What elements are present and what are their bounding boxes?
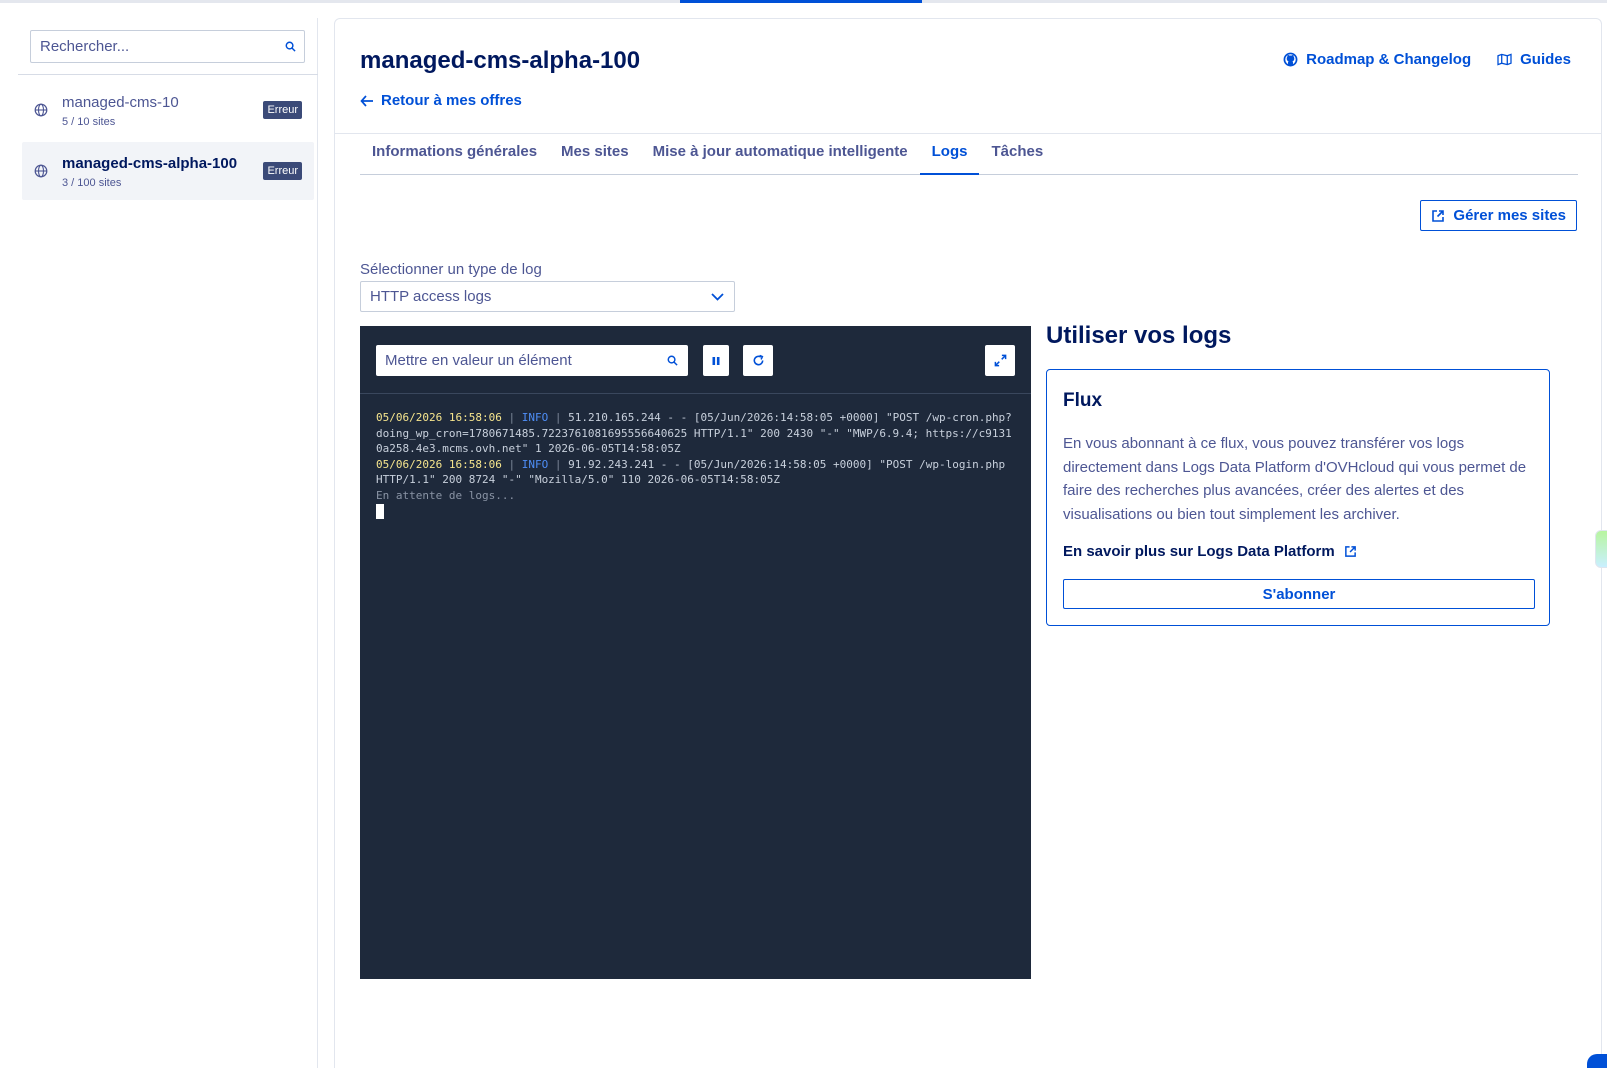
log-terminal: 05/06/2026 16:58:06 | INFO | 51.210.165.… [360,326,1031,979]
flux-card-title: Flux [1063,390,1103,411]
fullscreen-button[interactable] [985,345,1015,376]
usage-section-title: Utiliser vos logs [1046,322,1232,349]
roadmap-link-label: Roadmap & Changelog [1306,51,1472,68]
log-date: 05/06/2026 16:58:06 [376,411,502,424]
sidebar-item-managed-cms-10[interactable]: managed-cms-10 5 / 10 sites Erreur [22,81,314,139]
pause-button[interactable] [703,345,729,376]
chat-launcher[interactable] [1587,1054,1607,1068]
log-level: INFO [521,411,549,424]
tab-mise-a-jour-automatique[interactable]: Mise à jour automatique intelligente [641,137,920,175]
subscribe-button[interactable]: S'abonner [1063,579,1535,609]
sidebar-item-sites-count: 3 / 100 sites [62,176,122,189]
terminal-output: 05/06/2026 16:58:06 | INFO | 51.210.165.… [360,394,1031,540]
log-type-value: HTTP access logs [370,288,492,305]
globe-icon [34,163,50,179]
main-panel: managed-cms-alpha-100 Retour à mes offre… [334,18,1602,1068]
external-link-icon [1432,209,1445,222]
guides-link[interactable]: Guides [1497,51,1571,68]
sidebar-search[interactable] [30,30,305,63]
search-icon[interactable] [276,41,304,52]
manage-sites-label: Gérer mes sites [1453,207,1566,224]
pause-icon [712,356,720,365]
guides-link-label: Guides [1520,51,1571,68]
log-line: 05/06/2026 16:58:06 | INFO | 91.92.243.2… [376,457,1012,487]
waiting-message: En attente de logs... [376,488,516,502]
sidebar-item-managed-cms-alpha-100[interactable]: managed-cms-alpha-100 3 / 100 sites Erre… [22,142,314,200]
sidebar-item-name: managed-cms-10 [62,93,179,111]
sidebar-search-input[interactable] [31,31,276,62]
map-icon [1497,53,1512,66]
status-badge: Erreur [263,101,302,119]
sidebar-item-name: managed-cms-alpha-100 [62,154,238,172]
log-type-label: Sélectionner un type de log [360,261,542,278]
logs-data-platform-link-label: En savoir plus sur Logs Data Platform [1063,543,1335,560]
github-icon [1283,52,1298,67]
back-link-label: Retour à mes offres [381,92,522,109]
log-line: 05/06/2026 16:58:06 | INFO | 51.210.165.… [376,411,1012,455]
tab-taches[interactable]: Tâches [979,137,1055,175]
tab-logs[interactable]: Logs [919,137,980,175]
log-date: 05/06/2026 16:58:06 [376,457,502,471]
status-badge: Erreur [263,162,302,180]
highlight-input[interactable] [376,345,656,376]
tab-informations-generales[interactable]: Informations générales [360,137,549,175]
globe-icon [34,102,50,118]
sidebar: managed-cms-10 5 / 10 sites Erreur manag… [18,18,318,1068]
flux-card-description: En vous abonnant à ce flux, vous pouvez … [1063,435,1527,523]
manage-sites-button[interactable]: Gérer mes sites [1420,200,1577,231]
terminal-cursor [376,504,384,519]
tab-mes-sites[interactable]: Mes sites [549,137,641,175]
external-link-icon [1344,546,1356,557]
sidebar-divider [18,74,318,75]
sidebar-item-sites-count: 5 / 10 sites [62,115,116,128]
flux-card: Flux En vous abonnant à ce flux, vous po… [1046,369,1550,626]
log-type-select[interactable]: HTTP access logs [360,281,735,312]
search-icon[interactable] [656,355,688,366]
terminal-toolbar [360,326,1031,394]
feedback-tab[interactable] [1595,530,1607,568]
refresh-button[interactable] [743,345,773,376]
logs-data-platform-link[interactable]: En savoir plus sur Logs Data Platform [1063,543,1357,560]
roadmap-changelog-link[interactable]: Roadmap & Changelog [1283,51,1471,68]
tab-bar: Informations générales Mes sites Mise à … [360,137,1578,175]
page-title: managed-cms-alpha-100 [360,47,641,74]
back-to-offers-link[interactable]: Retour à mes offres [360,92,522,109]
arrow-left-icon [360,94,373,107]
log-level: INFO [521,457,549,471]
header-links: Roadmap & Changelog Guides [1283,51,1571,68]
chevron-down-icon [711,292,724,301]
refresh-icon [753,354,763,366]
expand-icon [994,354,1006,367]
top-progress-indicator [680,0,922,3]
terminal-highlight-search[interactable] [376,345,688,376]
header-divider [335,133,1601,134]
